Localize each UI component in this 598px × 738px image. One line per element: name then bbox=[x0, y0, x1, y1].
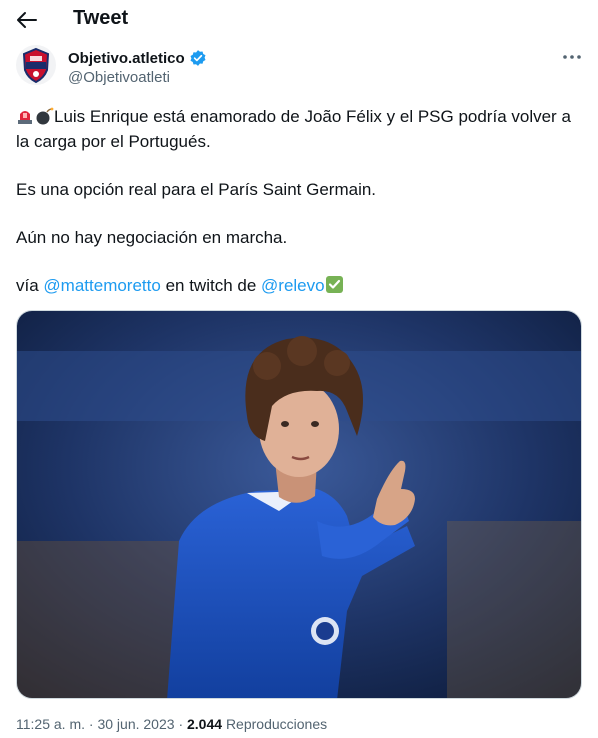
tweet-line-2: Es una opción real para el París Saint G… bbox=[16, 180, 377, 199]
tweet-line-3: Aún no hay negociación en marcha. bbox=[16, 228, 288, 247]
club-crest-icon bbox=[22, 47, 50, 84]
mention-link-mattemoretto[interactable]: @mattemoretto bbox=[43, 276, 160, 295]
check-mark-button-emoji bbox=[325, 276, 343, 293]
author-display-name[interactable]: Objetivo.atletico bbox=[68, 50, 185, 67]
tweet-text: Luis Enrique está enamorado de João Féli… bbox=[16, 104, 582, 321]
header: Tweet bbox=[0, 0, 598, 40]
bomb-emoji bbox=[36, 107, 54, 125]
tweet-author: Objetivo.atletico @Objetivoatleti bbox=[16, 45, 586, 90]
more-horizontal-icon bbox=[563, 55, 581, 59]
tweet-paragraph-2: Es una opción real para el París Saint G… bbox=[16, 177, 582, 202]
football-player-photo bbox=[17, 311, 581, 698]
back-button[interactable] bbox=[14, 8, 40, 32]
meta-separator: · bbox=[88, 716, 94, 732]
author-handle[interactable]: @Objetivoatleti bbox=[68, 69, 170, 86]
tweet-paragraph-1: Luis Enrique está enamorado de João Féli… bbox=[16, 104, 582, 154]
tweet-date[interactable]: 30 jun. 2023 bbox=[97, 716, 174, 732]
avatar[interactable] bbox=[16, 45, 56, 85]
via-text: vía bbox=[16, 276, 39, 295]
tweet-paragraph-4: vía @mattemoretto en twitch de @relevo bbox=[16, 273, 582, 298]
tweet-meta: 11:25 a. m. · 30 jun. 2023 · 2.044 Repro… bbox=[16, 716, 327, 732]
meta-separator: · bbox=[178, 716, 184, 732]
tweet-time[interactable]: 11:25 a. m. bbox=[16, 716, 85, 732]
mention-link-relevo[interactable]: @relevo bbox=[261, 276, 325, 295]
verified-badge-icon bbox=[190, 50, 206, 66]
rotating-light-emoji bbox=[18, 111, 32, 124]
views-label: Reproducciones bbox=[225, 716, 328, 732]
tweet-paragraph-3: Aún no hay negociación en marcha. bbox=[16, 225, 582, 250]
more-options-button[interactable] bbox=[560, 47, 584, 67]
arrow-left-icon bbox=[17, 12, 37, 28]
tweet-line-1: Luis Enrique está enamorado de João Féli… bbox=[16, 107, 571, 151]
twitch-text: en twitch de bbox=[165, 276, 257, 295]
page-title: Tweet bbox=[73, 7, 129, 29]
views-count: 2.044 bbox=[187, 716, 223, 732]
tweet-media-photo[interactable] bbox=[16, 310, 582, 699]
